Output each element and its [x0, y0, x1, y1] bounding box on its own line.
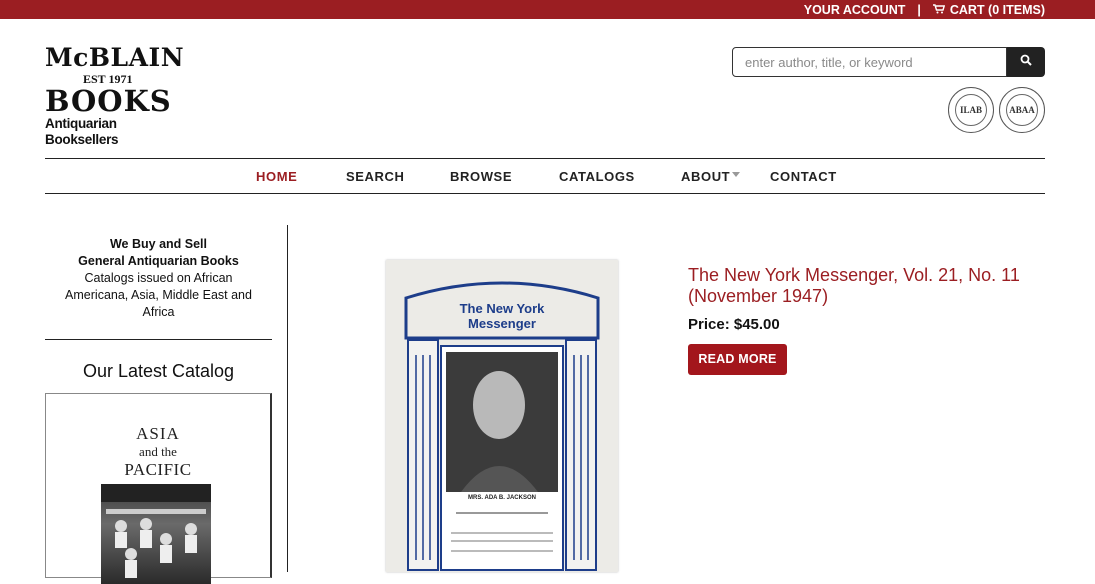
latest-catalog-heading: Our Latest Catalog	[82, 361, 235, 381]
image-caption: MRS. ADA B. JACKSON	[468, 495, 536, 501]
main-nav: HOME SEARCH BROWSE CATALOGS ABOUT CONTAC…	[45, 158, 1045, 194]
search-bar	[732, 47, 1045, 77]
nav-contact[interactable]: CONTACT	[770, 159, 837, 193]
cart-link[interactable]: CART (0 ITEMS)	[932, 2, 1045, 17]
buy-line-2: General Antiquarian Books	[78, 254, 239, 268]
nav-about-label: ABOUT	[681, 169, 731, 184]
separator: |	[917, 2, 921, 17]
search-button[interactable]	[1007, 47, 1045, 77]
read-more-button[interactable]: READ MORE	[688, 344, 787, 375]
image-masthead: The New York Messenger	[459, 301, 545, 331]
sidebar: We Buy and Sell General Antiquarian Book…	[45, 225, 272, 584]
ilab-seal[interactable]: ILAB	[948, 87, 994, 133]
abaa-seal[interactable]: ABAA	[999, 87, 1045, 133]
account-links: YOUR ACCOUNT | CART (0 ITEMS)	[804, 0, 1045, 19]
search-icon	[1020, 53, 1032, 71]
nav-home[interactable]: HOME	[256, 159, 297, 193]
logo-tagline: Antiquarian Booksellers	[45, 116, 119, 147]
product-price: Price: $45.00	[688, 316, 780, 333]
catalog-title-3: PACIFIC	[124, 460, 192, 479]
nav-browse[interactable]: BROWSE	[450, 159, 512, 193]
search-input[interactable]	[732, 47, 1007, 77]
abaa-seal-label: ABAA	[1006, 94, 1038, 126]
nav-catalogs[interactable]: CATALOGS	[559, 159, 635, 193]
catalog-cover-photo	[101, 484, 211, 584]
latest-catalog-cover[interactable]: ASIA and the PACIFIC	[45, 393, 272, 584]
product-image[interactable]: The New York Messenger MRS. ADA B. JACKS…	[386, 260, 618, 572]
top-bar: YOUR ACCOUNT | CART (0 ITEMS)	[0, 0, 1095, 19]
logo-line-mcblain: McBLAIN	[45, 43, 185, 72]
buy-sell-text: We Buy and Sell General Antiquarian Book…	[45, 236, 272, 321]
chevron-down-icon	[732, 172, 741, 178]
sidebar-divider	[45, 339, 272, 340]
buy-line-1: We Buy and Sell	[109, 237, 207, 251]
shopping-cart-icon	[932, 3, 946, 17]
site-logo[interactable]: McBLAIN EST 1971 BOOKS Antiquarian Books…	[45, 43, 185, 148]
logo-line-books: BOOKS	[45, 84, 172, 118]
cart-label: CART (0 ITEMS)	[949, 2, 1045, 17]
sidebar-vertical-divider	[287, 225, 288, 572]
buy-line-3: Catalogs issued on African Americana, As…	[65, 271, 252, 319]
product-title[interactable]: The New York Messenger, Vol. 21, No. 11 …	[688, 265, 1038, 307]
catalog-title-1: ASIA	[136, 424, 180, 443]
your-account-link[interactable]: YOUR ACCOUNT	[804, 3, 906, 17]
ilab-seal-label: ILAB	[955, 94, 987, 126]
nav-about[interactable]: ABOUT	[681, 159, 741, 193]
catalog-title-2: and the	[139, 444, 177, 459]
nav-search[interactable]: SEARCH	[346, 159, 405, 193]
